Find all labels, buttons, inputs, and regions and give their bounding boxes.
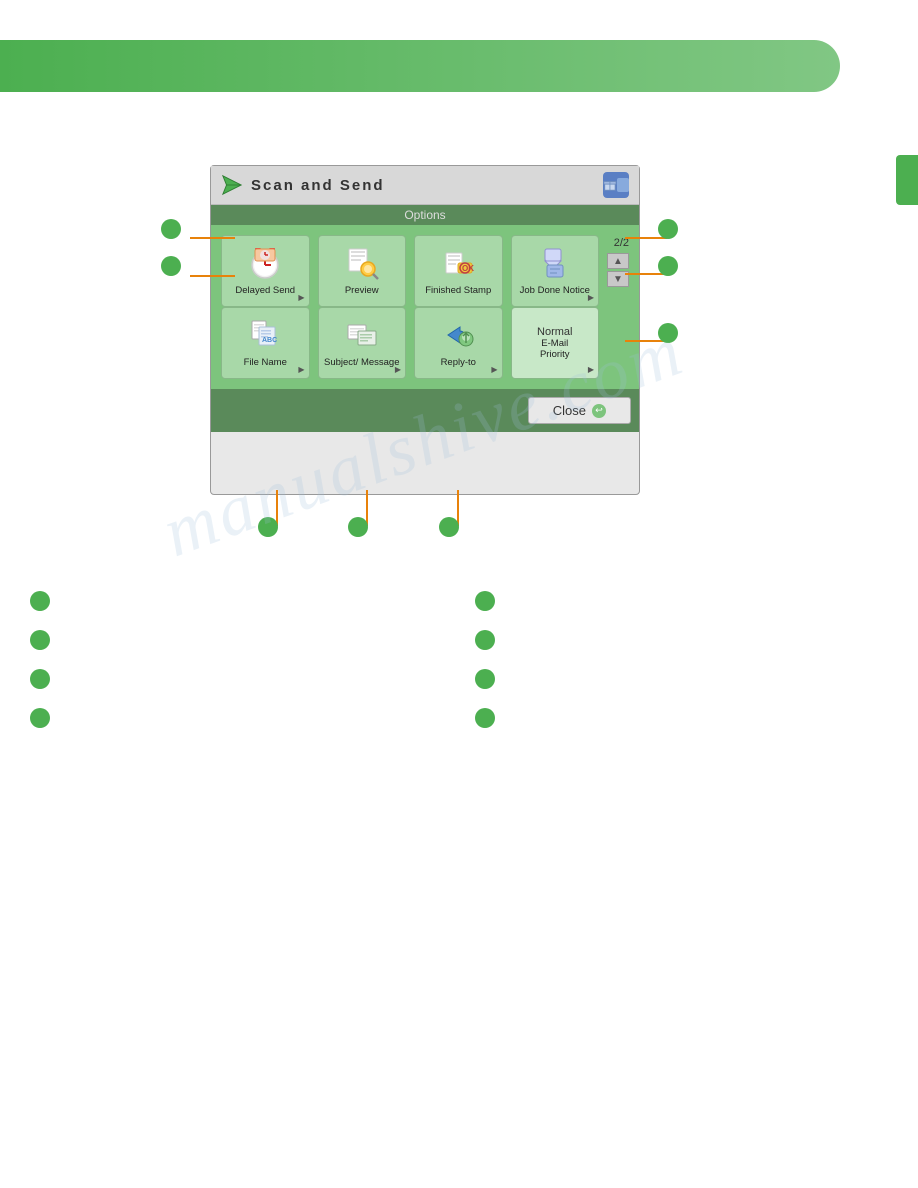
ann-item-7 (475, 668, 890, 689)
dialog-footer: Close ↩ (211, 389, 639, 432)
box-icon (603, 177, 617, 193)
ann-dot-5 (475, 591, 495, 611)
ann-item-2 (30, 629, 445, 650)
annotation-row (30, 590, 890, 746)
button-row-1: Delayed Send ▶ (221, 235, 599, 307)
preview-button[interactable]: Preview (318, 235, 407, 307)
ann-item-1 (30, 590, 445, 611)
job-done-notice-button[interactable]: Job Done Notice ▶ (511, 235, 600, 307)
annotation-bullet-2 (161, 256, 181, 276)
subject-message-button[interactable]: Subject/ Message ▶ (318, 307, 407, 379)
ann-dot-8 (475, 708, 495, 728)
dialog-title: Scan and Send (251, 177, 385, 194)
ann-item-3 (30, 668, 445, 689)
dialog-close-icon-btn[interactable] (603, 172, 629, 198)
top-banner (0, 40, 840, 92)
annotation-bullet-8 (439, 517, 459, 537)
close-btn-arrow-icon: ↩ (592, 404, 606, 418)
job-done-notice-icon (537, 245, 573, 281)
file-name-button[interactable]: ABC File Name ▶ (221, 307, 310, 379)
annotation-bullet-3 (658, 219, 678, 239)
ann-dot-4 (30, 708, 50, 728)
dialog-title-left: Scan and Send (221, 174, 385, 196)
annotation-bullet-6 (258, 517, 278, 537)
file-name-arrow: ▶ (298, 365, 304, 374)
email-priority-arrow: ▶ (588, 365, 594, 374)
file-name-label: File Name (244, 357, 287, 368)
ann-dot-7 (475, 669, 495, 689)
ann-dot-3 (30, 669, 50, 689)
button-row-2: ABC File Name ▶ (221, 307, 599, 379)
job-done-notice-label: Job Done Notice (520, 285, 590, 296)
reply-to-icon (440, 317, 476, 353)
options-bar: Options (211, 205, 639, 225)
reply-to-arrow: ▶ (491, 365, 497, 374)
scroll-column: 2/2 ▲ ▼ (607, 235, 629, 287)
options-label: Options (404, 208, 445, 222)
buttons-area: Delayed Send ▶ (221, 235, 599, 379)
subject-message-arrow: ▶ (395, 365, 401, 374)
annotation-bullet-5 (658, 323, 678, 343)
ann-line-3 (625, 237, 667, 239)
subject-message-icon (344, 317, 380, 353)
ann-item-5 (475, 590, 890, 611)
right-tab (896, 155, 918, 205)
email-priority-button[interactable]: Normal E-MailPriority ▶ (511, 307, 600, 379)
delayed-send-icon (247, 245, 283, 281)
ann-dot-2 (30, 630, 50, 650)
finished-stamp-label: Finished Stamp (425, 285, 491, 296)
scan-send-dialog: Scan and Send Options (210, 165, 640, 495)
ann-item-8 (475, 707, 890, 728)
content-scroll-row: Delayed Send ▶ (221, 235, 629, 379)
scan-send-icon (221, 174, 243, 196)
close-button[interactable]: Close ↩ (528, 397, 631, 424)
annotation-left-col (30, 590, 445, 746)
file-name-icon: ABC (247, 317, 283, 353)
annotation-bullet-7 (348, 517, 368, 537)
subject-message-label: Subject/ Message (324, 357, 400, 368)
ann-item-6 (475, 629, 890, 650)
preview-icon (344, 245, 380, 281)
job-done-notice-arrow: ▶ (588, 293, 594, 302)
delayed-send-button[interactable]: Delayed Send ▶ (221, 235, 310, 307)
dialog-content: Delayed Send ▶ (211, 225, 639, 389)
delayed-send-label: Delayed Send (235, 285, 295, 296)
scroll-up-button[interactable]: ▲ (607, 253, 629, 269)
dialog-titlebar: Scan and Send (211, 166, 639, 205)
close-button-label: Close (553, 403, 586, 418)
ann-dot-6 (475, 630, 495, 650)
finished-stamp-icon: OK (440, 245, 476, 281)
finished-stamp-button[interactable]: OK Finished Stamp (414, 235, 503, 307)
annotation-bullet-4 (658, 256, 678, 276)
preview-label: Preview (345, 285, 379, 296)
reply-to-button[interactable]: Reply-to ▶ (414, 307, 503, 379)
reply-to-label: Reply-to (441, 357, 476, 368)
ann-item-4 (30, 707, 445, 728)
annotation-section (30, 590, 890, 758)
ann-dot-1 (30, 591, 50, 611)
ann-line-1 (190, 237, 235, 239)
email-priority-label: E-MailPriority (540, 338, 570, 361)
svg-text:ABC: ABC (262, 337, 277, 344)
ann-line-2 (190, 275, 235, 277)
delayed-send-arrow: ▶ (298, 293, 304, 302)
annotation-bullet-1 (161, 219, 181, 239)
email-priority-normal-label: Normal (537, 326, 572, 338)
annotation-right-col (475, 590, 890, 746)
